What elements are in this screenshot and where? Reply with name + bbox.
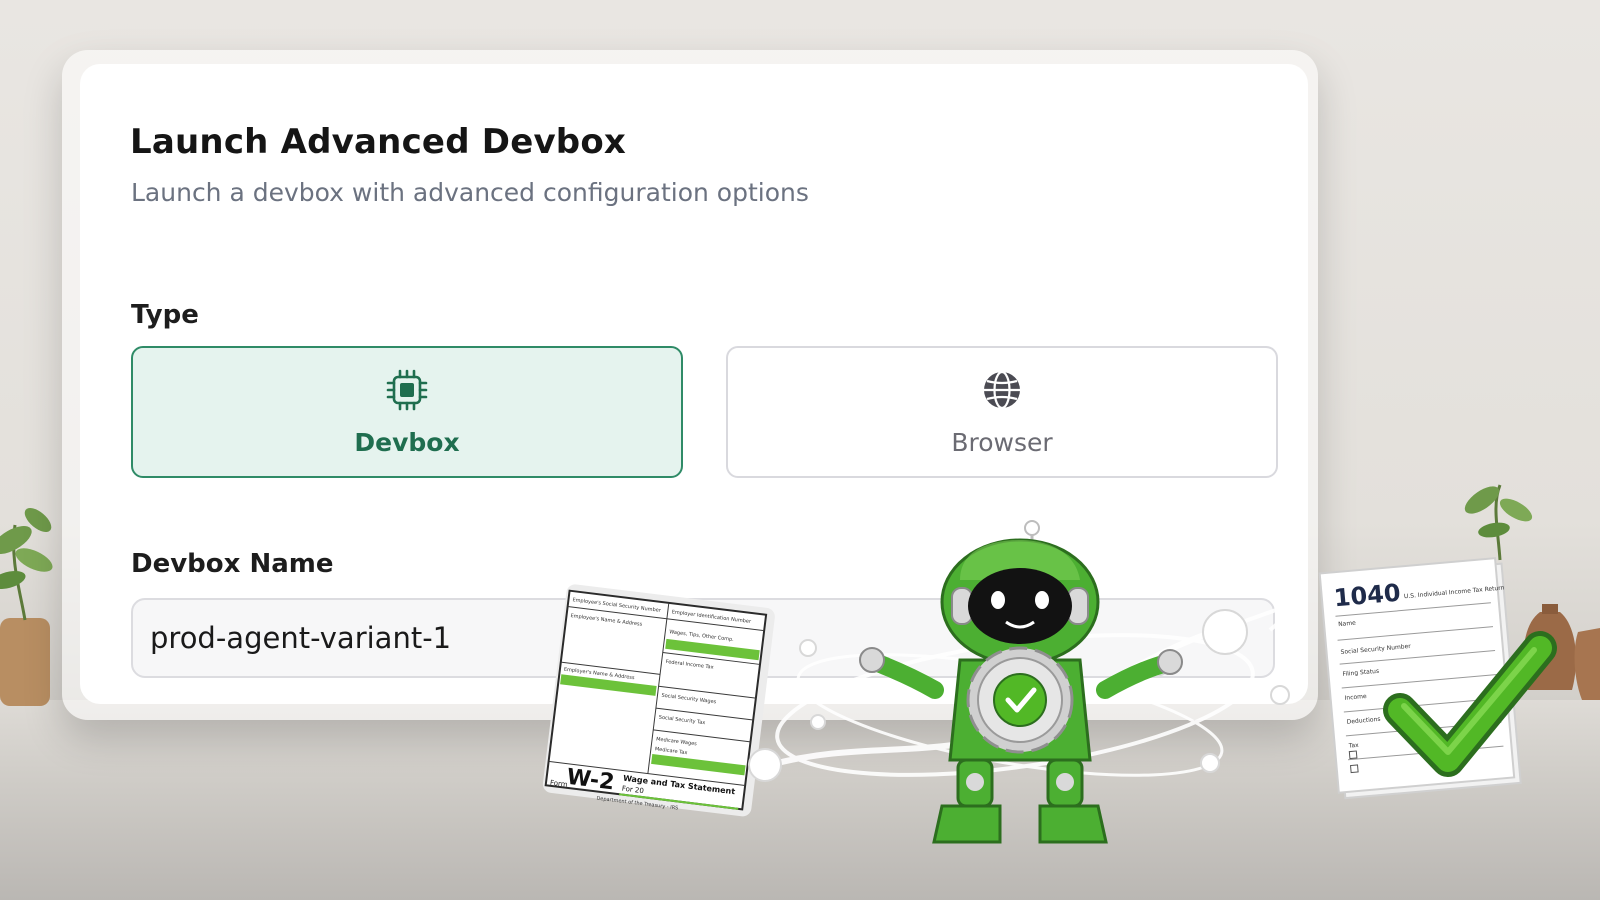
illustration-overlay: Employee's Social Security Number Employ… [542,520,1557,844]
gear-icon [966,646,1074,754]
form-1040-field-5: Tax [1348,742,1360,750]
robot-illustration [859,520,1183,844]
form-1040-illustration: 1040 U.S. Individual Income Tax Return N… [1318,557,1522,800]
form-1040-code: 1040 [1333,579,1402,613]
w2-form-illustration: Employee's Social Security Number Employ… [542,584,775,817]
